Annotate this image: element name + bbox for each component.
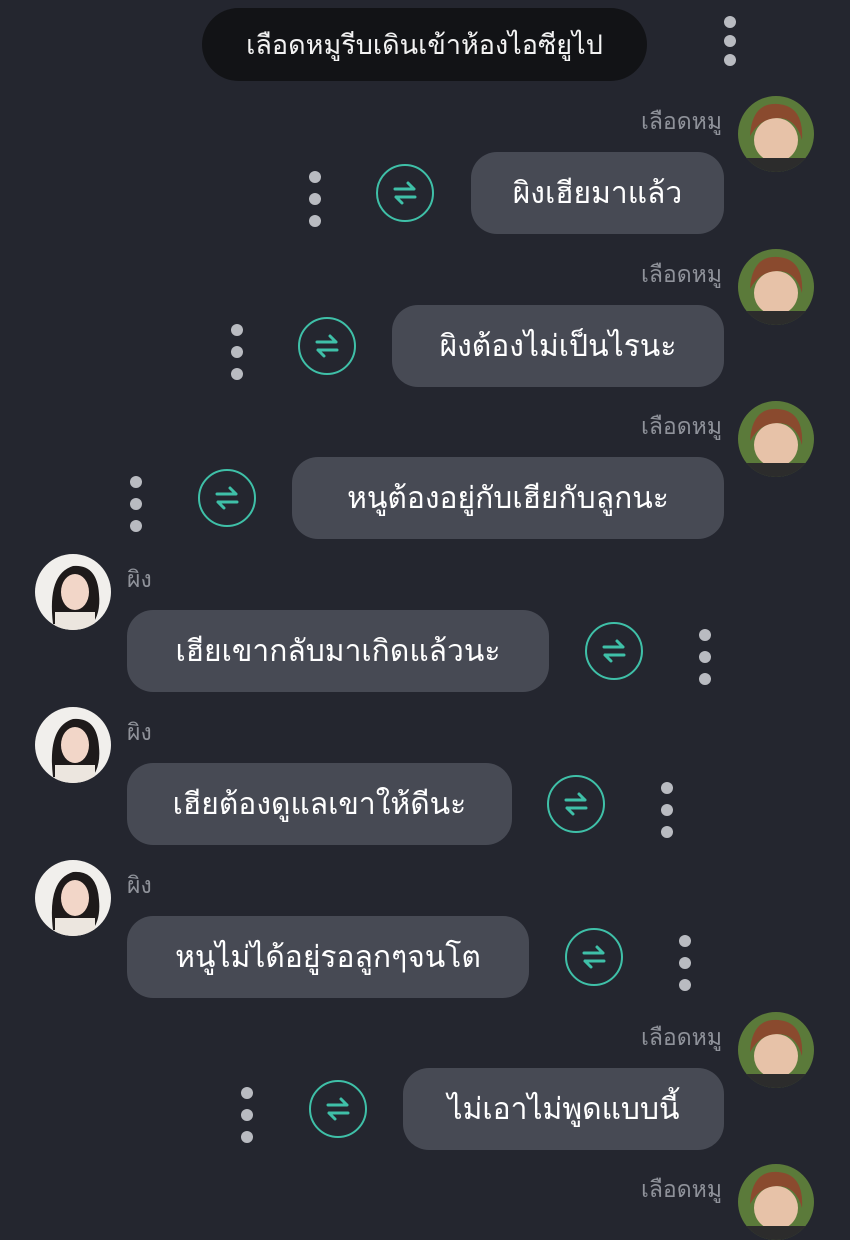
message-bubble[interactable]: หนูต้องอยู่กับเฮียกับลูกนะ bbox=[292, 457, 724, 539]
message-bubble[interactable]: เฮียเขากลับมาเกิดแล้วนะ bbox=[127, 610, 549, 692]
more-vertical-icon[interactable] bbox=[655, 782, 679, 838]
swap-arrows-icon[interactable] bbox=[585, 622, 643, 680]
message-bubble[interactable]: เฮียต้องดูแลเขาให้ดีนะ bbox=[127, 763, 512, 845]
message-bubble[interactable]: ผิงเฮียมาแล้ว bbox=[471, 152, 724, 234]
swap-arrows-icon[interactable] bbox=[298, 317, 356, 375]
sender-name: เลือดหมู bbox=[640, 262, 722, 288]
sender-name: เลือดหมู bbox=[640, 414, 722, 440]
sender-name: เลือดหมู bbox=[640, 1177, 722, 1203]
message-bubble[interactable]: ผิงต้องไม่เป็นไรนะ bbox=[392, 305, 724, 387]
swap-arrows-icon[interactable] bbox=[198, 469, 256, 527]
sender-name: เลือดหมู bbox=[640, 109, 722, 135]
avatar[interactable] bbox=[738, 1164, 814, 1240]
avatar[interactable] bbox=[35, 707, 111, 783]
narration-pill: เลือดหมูรีบเดินเข้าห้องไอซียูไป bbox=[202, 8, 647, 81]
avatar[interactable] bbox=[35, 860, 111, 936]
swap-arrows-icon[interactable] bbox=[565, 928, 623, 986]
swap-arrows-icon[interactable] bbox=[376, 164, 434, 222]
more-vertical-icon[interactable] bbox=[225, 324, 249, 380]
more-vertical-icon[interactable] bbox=[718, 16, 742, 66]
more-vertical-icon[interactable] bbox=[235, 1087, 259, 1143]
avatar[interactable] bbox=[738, 96, 814, 172]
more-vertical-icon[interactable] bbox=[673, 935, 697, 991]
avatar[interactable] bbox=[738, 401, 814, 477]
sender-name: ผิง bbox=[127, 873, 152, 899]
avatar[interactable] bbox=[35, 554, 111, 630]
message-bubble[interactable]: หนูไม่ได้อยู่รอลูกๆจนโต bbox=[127, 916, 529, 998]
more-vertical-icon[interactable] bbox=[693, 629, 717, 685]
narration-text: เลือดหมูรีบเดินเข้าห้องไอซียูไป bbox=[246, 30, 603, 61]
sender-name: ผิง bbox=[127, 567, 152, 593]
more-vertical-icon[interactable] bbox=[124, 476, 148, 532]
more-vertical-icon[interactable] bbox=[303, 171, 327, 227]
avatar[interactable] bbox=[738, 249, 814, 325]
avatar[interactable] bbox=[738, 1012, 814, 1088]
swap-arrows-icon[interactable] bbox=[547, 775, 605, 833]
sender-name: เลือดหมู bbox=[640, 1025, 722, 1051]
swap-arrows-icon[interactable] bbox=[309, 1080, 367, 1138]
sender-name: ผิง bbox=[127, 720, 152, 746]
message-bubble[interactable]: ไม่เอาไม่พูดแบบนี้ bbox=[403, 1068, 724, 1150]
